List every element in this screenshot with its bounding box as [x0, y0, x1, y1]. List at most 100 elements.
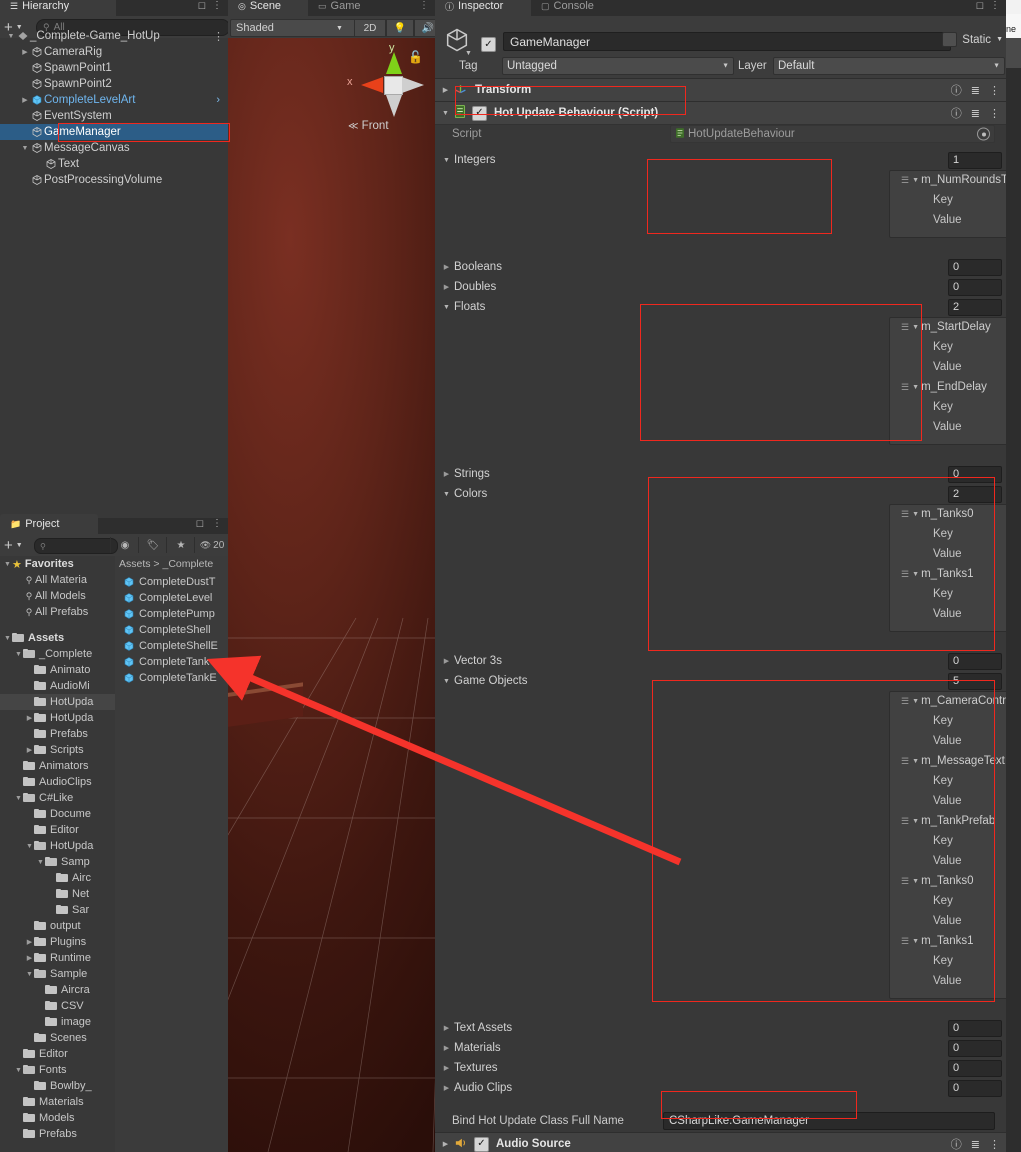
project-tree-item-all-models[interactable]: ⚲ All Models	[0, 588, 115, 604]
toggle-2d-button[interactable]: 2D	[354, 19, 386, 37]
scene-viewport[interactable]: y x ≪ Front 🔓	[228, 38, 435, 1152]
filter-type-icon[interactable]: ◉	[110, 537, 139, 553]
component-header-hot-update-behaviour[interactable]: ▼ ✓ Hot Update Behaviour (Script) ⓘ ≣ ⋮	[435, 101, 1006, 125]
drag-handle-icon[interactable]: ☰	[901, 509, 909, 520]
drag-handle-icon[interactable]: ☰	[901, 175, 909, 186]
project-tree-item-image[interactable]: image	[0, 1014, 115, 1030]
project-tree-item-favorites[interactable]: ▼ ★ Favorites	[0, 556, 115, 572]
object-enabled-checkbox[interactable]: ✓	[481, 37, 496, 52]
chevron-down-icon[interactable]: ▼	[25, 971, 34, 978]
section-header-materials[interactable]: ▶ Materials 0	[435, 1038, 1006, 1058]
section-header-audio-clips[interactable]: ▶ Audio Clips 0	[435, 1078, 1006, 1098]
list-element-header[interactable]: ☰ ▼ m_Tanks0	[901, 875, 974, 887]
component-header-transform[interactable]: ▶ Transform ⓘ ≣ ⋮	[435, 78, 1006, 102]
drag-handle-icon[interactable]: ☰	[901, 876, 909, 887]
project-asset-completedustt[interactable]: CompleteDustT	[115, 574, 228, 590]
project-add-button[interactable]: + ▼	[4, 536, 32, 554]
project-tree-item-plugins[interactable]: ▶ Plugins	[0, 934, 115, 950]
help-icon[interactable]: ⓘ	[951, 82, 962, 98]
kebab-icon[interactable]: ⋮	[213, 28, 224, 44]
section-header-text-assets[interactable]: ▶ Text Assets 0	[435, 1018, 1006, 1038]
project-tree-item-runtime[interactable]: ▶ Runtime	[0, 950, 115, 966]
project-tree-item-docume[interactable]: Docume	[0, 806, 115, 822]
chevron-right-icon[interactable]: ▶	[25, 938, 34, 946]
section-count[interactable]: 2	[948, 485, 1002, 503]
chevron-down-icon[interactable]: ▼	[910, 511, 921, 518]
list-element-header[interactable]: ☰ ▼ m_TankPrefab	[901, 815, 995, 827]
tab-project[interactable]: 📁 Project	[0, 514, 98, 534]
chevron-right-icon[interactable]: ▶	[25, 954, 34, 962]
chevron-down-icon[interactable]: ▼	[3, 635, 12, 642]
section-count[interactable]: 0	[948, 652, 1002, 670]
hierarchy-item-text[interactable]: Text	[0, 156, 228, 172]
project-tree-item-hotupda[interactable]: HotUpda	[0, 694, 115, 710]
shading-mode-dropdown[interactable]: Shaded ▼	[230, 19, 362, 37]
layer-dropdown[interactable]: Default ▼	[773, 57, 1005, 75]
chevron-right-icon[interactable]: ▶	[441, 1064, 452, 1072]
project-tree-item--complete[interactable]: ▼ _Complete	[0, 646, 115, 662]
chevron-down-icon[interactable]: ▼	[20, 145, 30, 152]
project-tree-item-bowlby-[interactable]: Bowlby_	[0, 1078, 115, 1094]
help-icon[interactable]: ⓘ	[951, 1136, 962, 1152]
list-element-header[interactable]: ☰ ▼ m_Tanks0	[901, 508, 974, 520]
project-tree-item-airc[interactable]: Airc	[0, 870, 115, 886]
preset-icon[interactable]: ≣	[971, 107, 980, 120]
static-toggle[interactable]: Static ▼	[942, 32, 1003, 47]
project-tree-item-output[interactable]: output	[0, 918, 115, 934]
chevron-down-icon[interactable]: ▼	[6, 33, 16, 40]
chevron-down-icon[interactable]: ▼	[910, 878, 921, 885]
drag-handle-icon[interactable]: ☰	[901, 936, 909, 947]
chevron-down-icon[interactable]: ▼	[996, 36, 1003, 43]
chevron-down-icon[interactable]: ▼	[441, 678, 452, 685]
chevron-right-icon[interactable]: ▶	[441, 263, 452, 271]
script-object-field[interactable]: HotUpdateBehaviour	[670, 125, 995, 143]
object-picker-icon[interactable]	[977, 127, 990, 141]
hierarchy-item-postprocessingvolume[interactable]: PostProcessingVolume	[0, 172, 228, 188]
section-count[interactable]: 0	[948, 1079, 1002, 1097]
chevron-right-icon[interactable]: ▶	[20, 96, 30, 104]
hierarchy-item-completelevelart[interactable]: ▶ CompleteLevelArt ›	[0, 92, 228, 108]
project-asset-completetank[interactable]: CompleteTank	[115, 654, 228, 670]
tab-console[interactable]: ▢ Console	[531, 0, 637, 16]
chevron-right-icon[interactable]: ▶	[441, 657, 452, 665]
inspector-lock-icon[interactable]: ☐	[976, 1, 984, 12]
hidden-packages-toggle[interactable]: 👁 20	[194, 537, 229, 553]
project-tree-item-scenes[interactable]: Scenes	[0, 1030, 115, 1046]
tag-dropdown[interactable]: Untagged ▼	[502, 57, 734, 75]
hierarchy-item-camerarig[interactable]: ▶ CameraRig	[0, 44, 228, 60]
project-tree-item-prefabs[interactable]: Prefabs	[0, 726, 115, 742]
project-asset-completeshelle[interactable]: CompleteShellE	[115, 638, 228, 654]
project-tree-item-editor[interactable]: Editor	[0, 822, 115, 838]
hierarchy-item--complete-game-hotup[interactable]: ▼ _Complete-Game_HotUp ⋮	[0, 28, 228, 44]
list-element-header[interactable]: ☰ ▼ m_Tanks1	[901, 935, 974, 947]
list-element-header[interactable]: ☰ ▼ m_CameraControl	[901, 695, 1006, 707]
chevron-down-icon[interactable]: ▼	[14, 1067, 23, 1074]
section-header-strings[interactable]: ▶ Strings 0	[435, 464, 1006, 484]
project-tree-item-all-prefabs[interactable]: ⚲ All Prefabs	[0, 604, 115, 620]
hierarchy-item-messagecanvas[interactable]: ▼ MessageCanvas	[0, 140, 228, 156]
list-element-header[interactable]: ☰▼m_NumRoundsToWin	[901, 174, 1006, 186]
project-asset-completelevel[interactable]: CompleteLevel	[115, 590, 228, 606]
chevron-right-icon[interactable]: ▶	[441, 1084, 452, 1092]
chevron-down-icon[interactable]: ▼	[25, 843, 34, 850]
inspector-menu-icon[interactable]: ⋮	[990, 0, 1000, 11]
bind-class-field[interactable]: CSharpLike.GameManager	[663, 1112, 995, 1130]
project-tree-item-csv[interactable]: CSV	[0, 998, 115, 1014]
project-tree-item-audioclips[interactable]: AudioClips	[0, 774, 115, 790]
tab-hierarchy[interactable]: ☰ Hierarchy	[0, 0, 116, 16]
static-checkbox[interactable]	[942, 32, 958, 47]
drag-handle-icon[interactable]: ☰	[901, 569, 909, 580]
section-header-floats[interactable]: ▼ Floats 2	[435, 297, 1006, 317]
section-header-booleans[interactable]: ▶ Booleans 0	[435, 257, 1006, 277]
project-tree-item-samp[interactable]: ▼ Samp	[0, 854, 115, 870]
chevron-down-icon[interactable]: ▼	[441, 304, 452, 311]
chevron-right-icon[interactable]: ›	[216, 94, 220, 106]
chevron-down-icon[interactable]: ▼	[441, 491, 452, 498]
hierarchy-menu-icon[interactable]: ⋮	[212, 0, 222, 11]
chevron-down-icon[interactable]: ▼	[3, 561, 12, 568]
project-tree-item-net[interactable]: Net	[0, 886, 115, 902]
project-lock-icon[interactable]: ☐	[196, 519, 204, 530]
chevron-right-icon[interactable]: ▶	[441, 283, 452, 291]
kebab-icon[interactable]: ⋮	[989, 1138, 1000, 1151]
list-element-header[interactable]: ☰ ▼ m_MessageText	[901, 755, 1005, 767]
